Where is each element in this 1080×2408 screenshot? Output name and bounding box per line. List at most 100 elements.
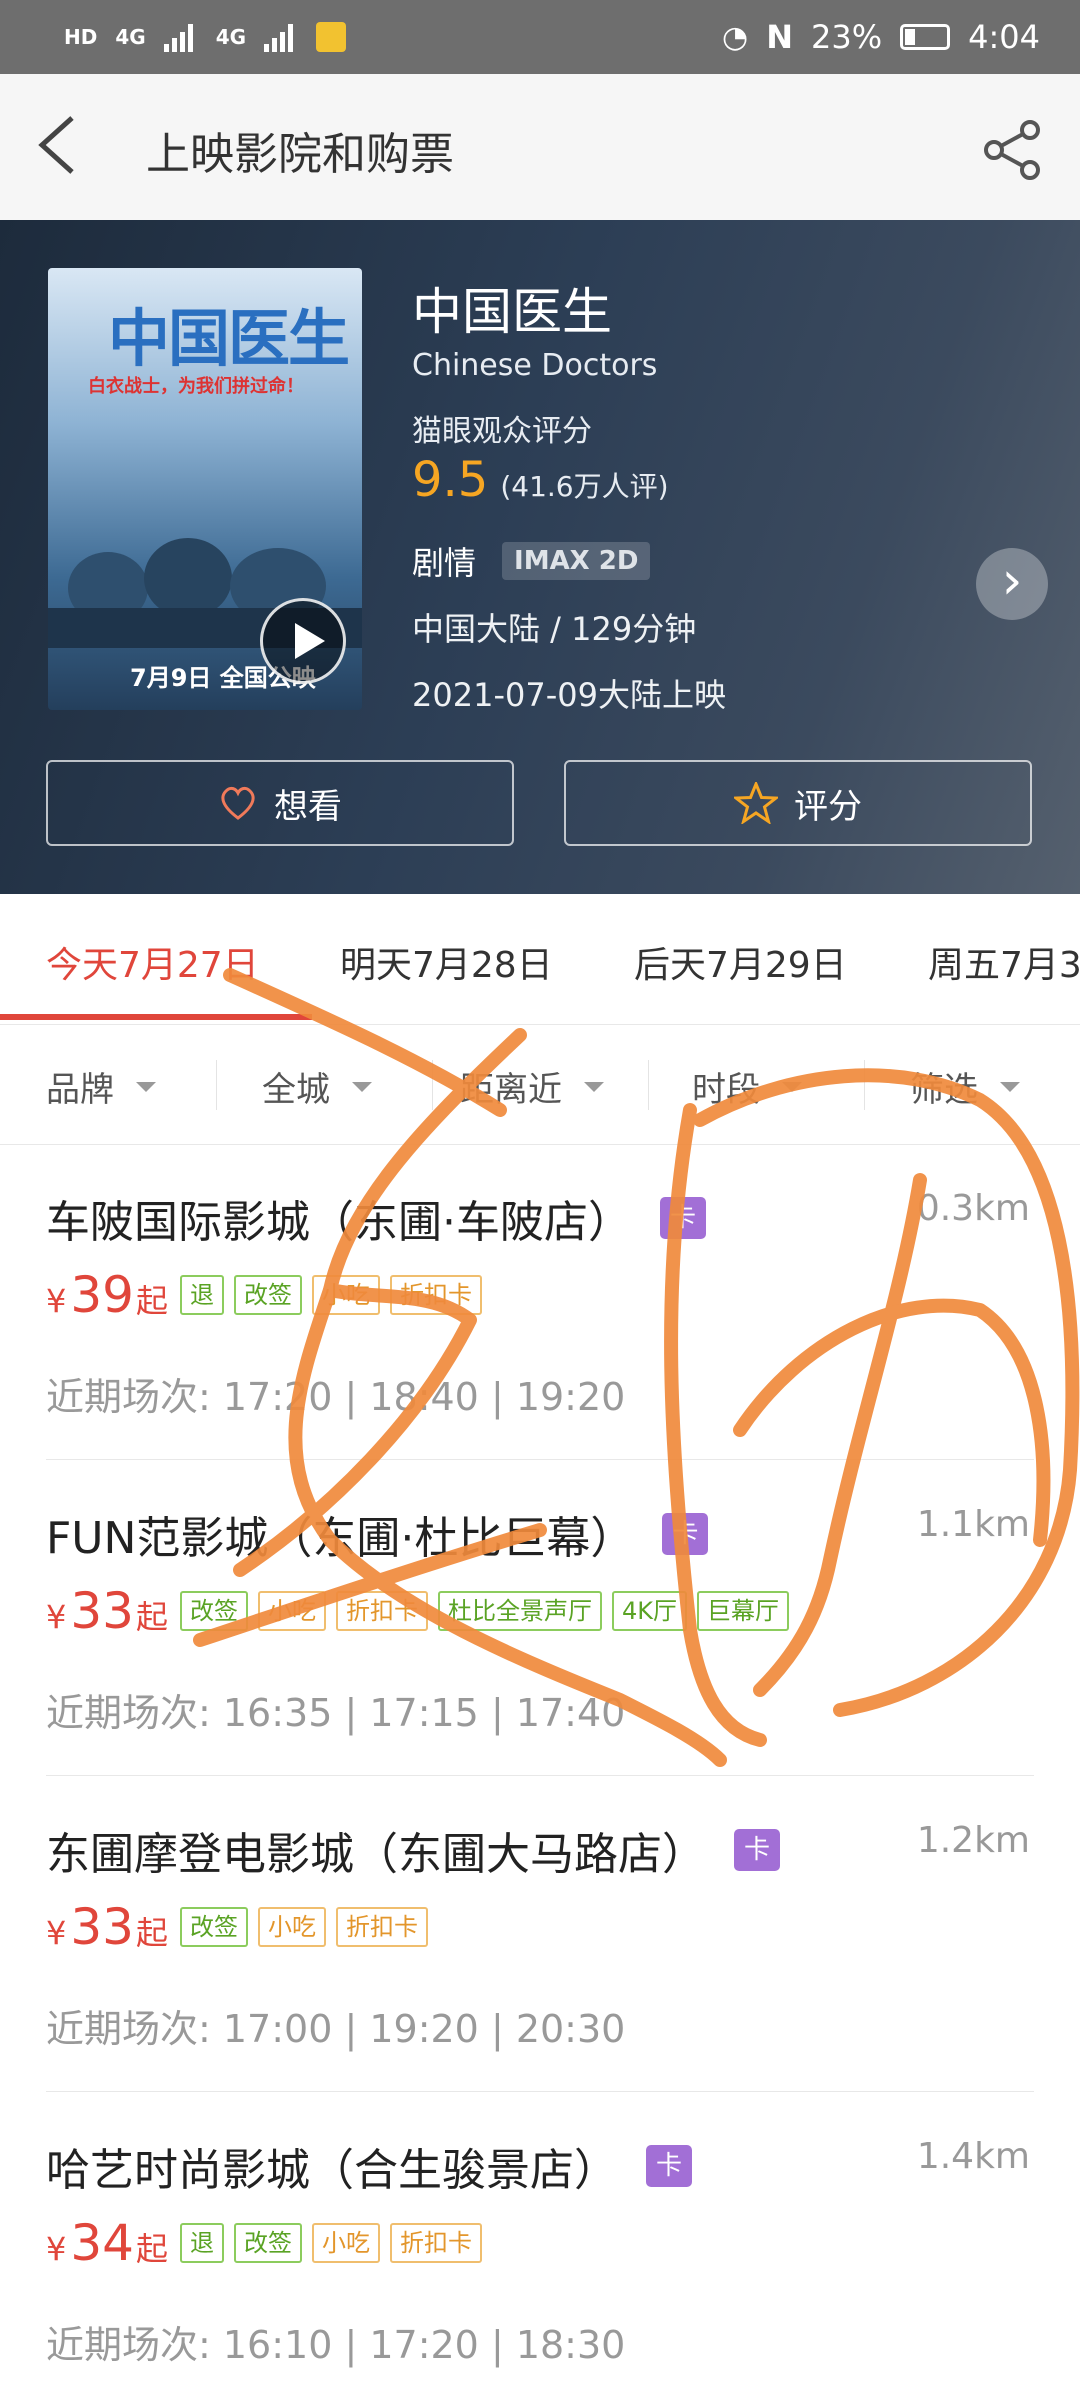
region-duration: 中国大陆 / 129分钟	[412, 610, 697, 648]
price-row: ¥33 起 改签 小吃 折扣卡 杜比全景声厅 4K厅 巨幕厅	[46, 1582, 790, 1640]
service-tag: 折扣卡	[390, 1275, 482, 1315]
currency: ¥	[46, 1914, 67, 1952]
movie-detail-button[interactable]: ›	[976, 548, 1048, 620]
service-tag: 改签	[234, 1275, 302, 1315]
tag-list: 退改签 小吃 折扣卡	[180, 1275, 482, 1315]
cinema-distance: 1.1km	[916, 1504, 1030, 1545]
showtimes: 近期场次: 16:10 | 17:20 | 18:30	[46, 2323, 626, 2367]
price-suffix: 起	[135, 1914, 168, 1952]
share-icon	[984, 120, 1040, 180]
clock: 4:04	[968, 18, 1040, 56]
showtimes: 近期场次: 16:35 | 17:15 | 17:40	[46, 1691, 626, 1735]
movie-title: 中国医生	[412, 283, 612, 341]
star-icon	[734, 782, 778, 824]
currency: ¥	[46, 2230, 67, 2268]
cinema-item[interactable]: 东圃摩登电影城（东圃大马路店） 卡 1.2km ¥33 起 改签 小吃 折扣卡 近期场…	[0, 1776, 1080, 2092]
rating-line: 9.5 (41.6万人评)	[412, 452, 669, 508]
signal-icon	[163, 22, 198, 52]
divider	[864, 1060, 865, 1110]
cinema-name: 东圃摩登电影城（东圃大马路店）	[46, 1829, 706, 1880]
divider	[432, 1060, 433, 1110]
cinema-name: FUN范影城（东圃·杜比巨幕）	[46, 1513, 635, 1564]
price-row: ¥39 起 退改签 小吃 折扣卡	[46, 1266, 482, 1324]
rating-score: 9.5	[412, 452, 489, 508]
genre-line: 剧情 IMAX 2D	[412, 538, 651, 584]
cinema-item[interactable]: 车陂国际影城（东圃·车陂店） 卡 0.3km ¥39 起 退改签 小吃 折扣卡 近期场…	[0, 1144, 1080, 1460]
showtimes: 近期场次: 17:00 | 19:20 | 20:30	[46, 2007, 626, 2051]
tag-list: 改签 小吃 折扣卡 杜比全景声厅 4K厅 巨幕厅	[180, 1591, 790, 1631]
rating-count: (41.6万人评)	[500, 470, 669, 503]
movie-poster[interactable]: 中国医生 白衣战士，为我们拼过命！ 7月9日 全国公映	[48, 268, 362, 710]
battery-percent: 23%	[811, 18, 883, 56]
service-tag: 折扣卡	[336, 1907, 428, 1947]
tab-date-tomorrow[interactable]: 明天7月28日	[340, 936, 553, 988]
rating-label: 猫眼观众评分	[412, 414, 592, 449]
cinema-name-row: 哈艺时尚影城（合生骏景店） 卡	[46, 2134, 692, 2198]
signal-icon-2	[264, 22, 298, 52]
cinema-name: 车陂国际影城（东圃·车陂店）	[46, 1197, 632, 1248]
alarm-icon: ◔	[722, 19, 749, 55]
price: ¥34 起	[46, 2214, 168, 2272]
service-tag: 改签	[180, 1907, 248, 1947]
service-tag: 巨幕厅	[697, 1591, 790, 1631]
cinema-name-row: 东圃摩登电影城（东圃大马路店） 卡	[46, 1818, 780, 1882]
price-value: 34	[70, 2214, 134, 2272]
service-tag: 小吃	[258, 1591, 326, 1631]
price-value: 33	[70, 1898, 134, 1956]
service-tag: 改签	[234, 2223, 302, 2263]
filter-brand[interactable]: 品牌	[46, 1062, 156, 1111]
status-left: HD 4G 4G	[64, 22, 347, 52]
price: ¥39 起	[46, 1266, 168, 1324]
filter-more-label: 筛选	[910, 1070, 978, 1110]
divider	[648, 1060, 649, 1110]
card-badge: 卡	[660, 1197, 706, 1239]
battery-icon	[900, 24, 951, 50]
network-label: 4G	[115, 25, 146, 49]
movie-hero: 中国医生 白衣战士，为我们拼过命！ 7月9日 全国公映 中国医生 Chinese…	[0, 220, 1080, 894]
tab-date-day-after[interactable]: 后天7月29日	[634, 936, 847, 988]
tab-date-friday[interactable]: 周五7月30日	[928, 936, 1080, 988]
service-tag: 4K厅	[612, 1591, 688, 1631]
tag-list: 退改签 小吃 折扣卡	[180, 2223, 482, 2263]
cinema-name-row: 车陂国际影城（东圃·车陂店） 卡	[46, 1186, 706, 1250]
card-badge: 卡	[646, 2145, 692, 2187]
service-tag: 折扣卡	[336, 1591, 428, 1631]
movie-title-en: Chinese Doctors	[412, 348, 658, 383]
cinema-distance: 1.2km	[916, 1820, 1030, 1861]
card-badge: 卡	[734, 1829, 780, 1871]
filter-time-label: 时段	[692, 1070, 760, 1110]
want-to-watch-button[interactable]: 想看	[46, 760, 514, 846]
rate-button[interactable]: 评分	[564, 760, 1032, 846]
share-button[interactable]	[980, 118, 1044, 182]
showtimes: 近期场次: 17:20 | 18:40 | 19:20	[46, 1375, 626, 1419]
status-bar: HD 4G 4G ◔ N 23% 4:04	[0, 0, 1080, 74]
price: ¥33 起	[46, 1582, 168, 1640]
nfc-icon: N	[766, 18, 794, 56]
price-row: ¥34 起 退改签 小吃 折扣卡	[46, 2214, 482, 2272]
hd-label: HD	[64, 25, 98, 49]
price: ¥33 起	[46, 1898, 168, 1956]
network-label-2: 4G	[215, 25, 247, 49]
currency: ¥	[46, 1282, 67, 1320]
tag-list: 改签 小吃 折扣卡	[180, 1907, 428, 1947]
cinema-item[interactable]: 哈艺时尚影城（合生骏景店） 卡 1.4km ¥34 起 退改签 小吃 折扣卡 近期场次…	[0, 2092, 1080, 2408]
caret-down-icon	[1000, 1081, 1020, 1092]
tab-date-today[interactable]: 今天7月27日	[46, 936, 259, 988]
play-trailer-button[interactable]	[260, 598, 346, 684]
release-date: 2021-07-09大陆上映	[412, 676, 726, 714]
filter-sort[interactable]: 距离近	[460, 1062, 604, 1111]
back-button[interactable]	[36, 114, 96, 184]
rate-label: 评分	[794, 786, 862, 827]
service-tag: 改签	[180, 1591, 248, 1631]
service-tag: 杜比全景声厅	[438, 1591, 602, 1631]
price-suffix: 起	[135, 2230, 168, 2268]
filter-time[interactable]: 时段	[692, 1062, 802, 1111]
filter-area[interactable]: 全城	[262, 1062, 372, 1111]
chevron-left-icon	[38, 116, 74, 174]
cinema-item[interactable]: FUN范影城（东圃·杜比巨幕） 卡 1.1km ¥33 起 改签 小吃 折扣卡 杜比全景…	[0, 1460, 1080, 1776]
cinema-distance: 0.3km	[916, 1188, 1030, 1229]
service-tag: 小吃	[258, 1907, 326, 1947]
filter-more[interactable]: 筛选	[910, 1062, 1020, 1111]
date-tabs: 今天7月27日 明天7月28日 后天7月29日 周五7月30日	[0, 894, 1080, 1025]
divider	[216, 1060, 217, 1110]
